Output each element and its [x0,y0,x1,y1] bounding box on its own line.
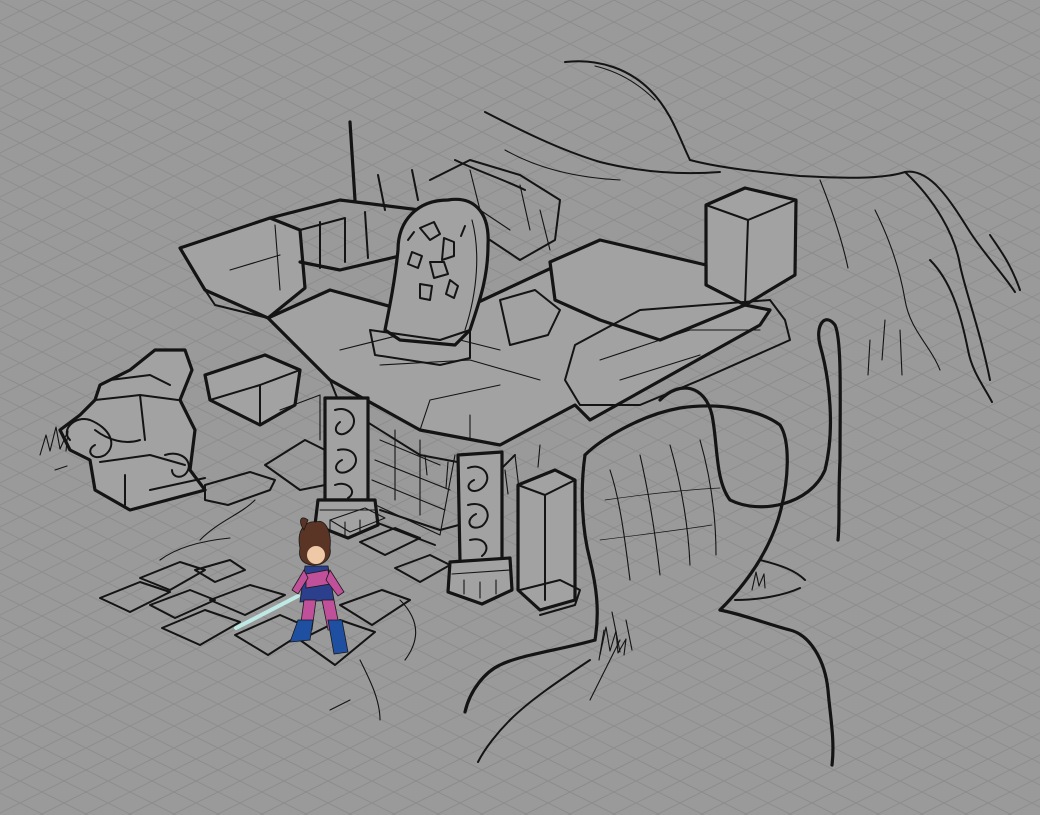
sword-icon [234,594,300,630]
game-scene [0,0,1040,815]
spiral-carved-pillar [313,396,380,540]
character-boot [327,619,349,655]
character-face [307,546,325,564]
level-art [39,60,1021,767]
character-boot [289,619,314,643]
spiral-carved-pillar [446,450,514,606]
